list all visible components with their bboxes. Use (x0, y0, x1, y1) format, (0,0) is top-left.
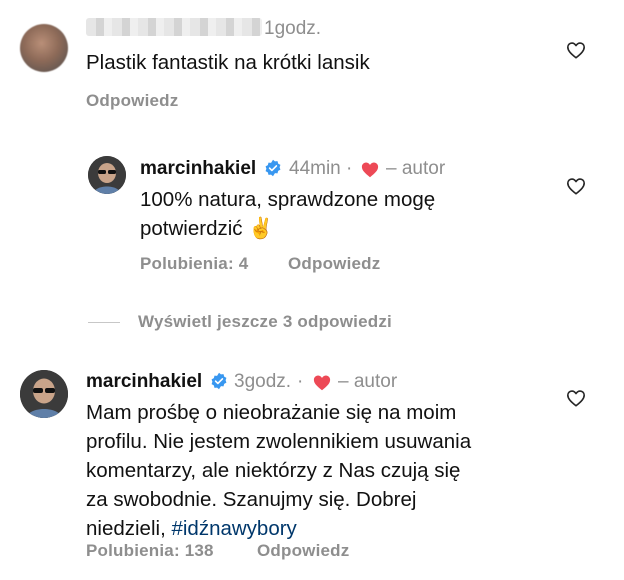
hashtag-link[interactable]: #idźnawybory (171, 517, 296, 540)
comment-text-line-1: Mam prośbę o nieobrażanie się na moim (86, 401, 457, 424)
profile-photo-icon (20, 370, 68, 418)
comment-text-line-1: 100% natura, sprawdzone mogę (140, 188, 436, 211)
author-label: – autor (386, 158, 446, 179)
avatar[interactable] (20, 24, 68, 72)
comment-text-line-5: niedzieli, #idźnawybory (86, 514, 297, 543)
heart-outline-icon[interactable] (566, 41, 586, 59)
comment-text-line-3: komentarzy, ale niektórzy z Nas czują si… (86, 459, 461, 482)
author-label: – autor (338, 371, 398, 392)
profile-photo-icon (88, 156, 126, 194)
heart-outline-icon[interactable] (566, 389, 586, 407)
divider-line (88, 322, 120, 323)
verified-badge-icon (265, 159, 281, 177)
comment-time: 1godz. (264, 18, 322, 39)
likes-count[interactable]: Polubienia: 4 (140, 254, 248, 274)
likes-count[interactable]: Polubienia: 138 (86, 541, 214, 561)
view-more-replies-label[interactable]: Wyświetl jeszcze 3 odpowiedzi (138, 312, 392, 332)
comment-text-last: niedzieli, (86, 517, 172, 540)
comment-text-line-2: profilu. Nie jestem zwolennikiem usuwani… (86, 430, 472, 453)
comment-text-line-4: za swobodnie. Szanujmy się. Dobrej (86, 488, 417, 511)
reply-button[interactable]: Odpowiedz (257, 541, 349, 561)
comment-time: 3godz. (234, 371, 292, 392)
blurred-username (86, 18, 262, 36)
red-heart-icon (313, 375, 331, 391)
reply-button[interactable]: Odpowiedz (86, 91, 178, 111)
comment-time: 44min (289, 158, 341, 179)
dot-separator: · (297, 371, 304, 392)
comment-text-line-2: potwierdzić ✌️ (140, 217, 274, 240)
comment-text: Plastik fantastik na krótki lansik (86, 51, 370, 74)
dot-separator: · (346, 158, 353, 179)
avatar[interactable] (88, 156, 126, 194)
username[interactable]: marcinhakiel (140, 158, 256, 180)
reply-button[interactable]: Odpowiedz (288, 254, 380, 274)
red-heart-icon (361, 162, 379, 178)
heart-outline-icon[interactable] (566, 177, 586, 195)
verified-badge-icon (211, 372, 227, 390)
avatar[interactable] (20, 370, 68, 418)
username[interactable]: marcinhakiel (86, 371, 202, 393)
